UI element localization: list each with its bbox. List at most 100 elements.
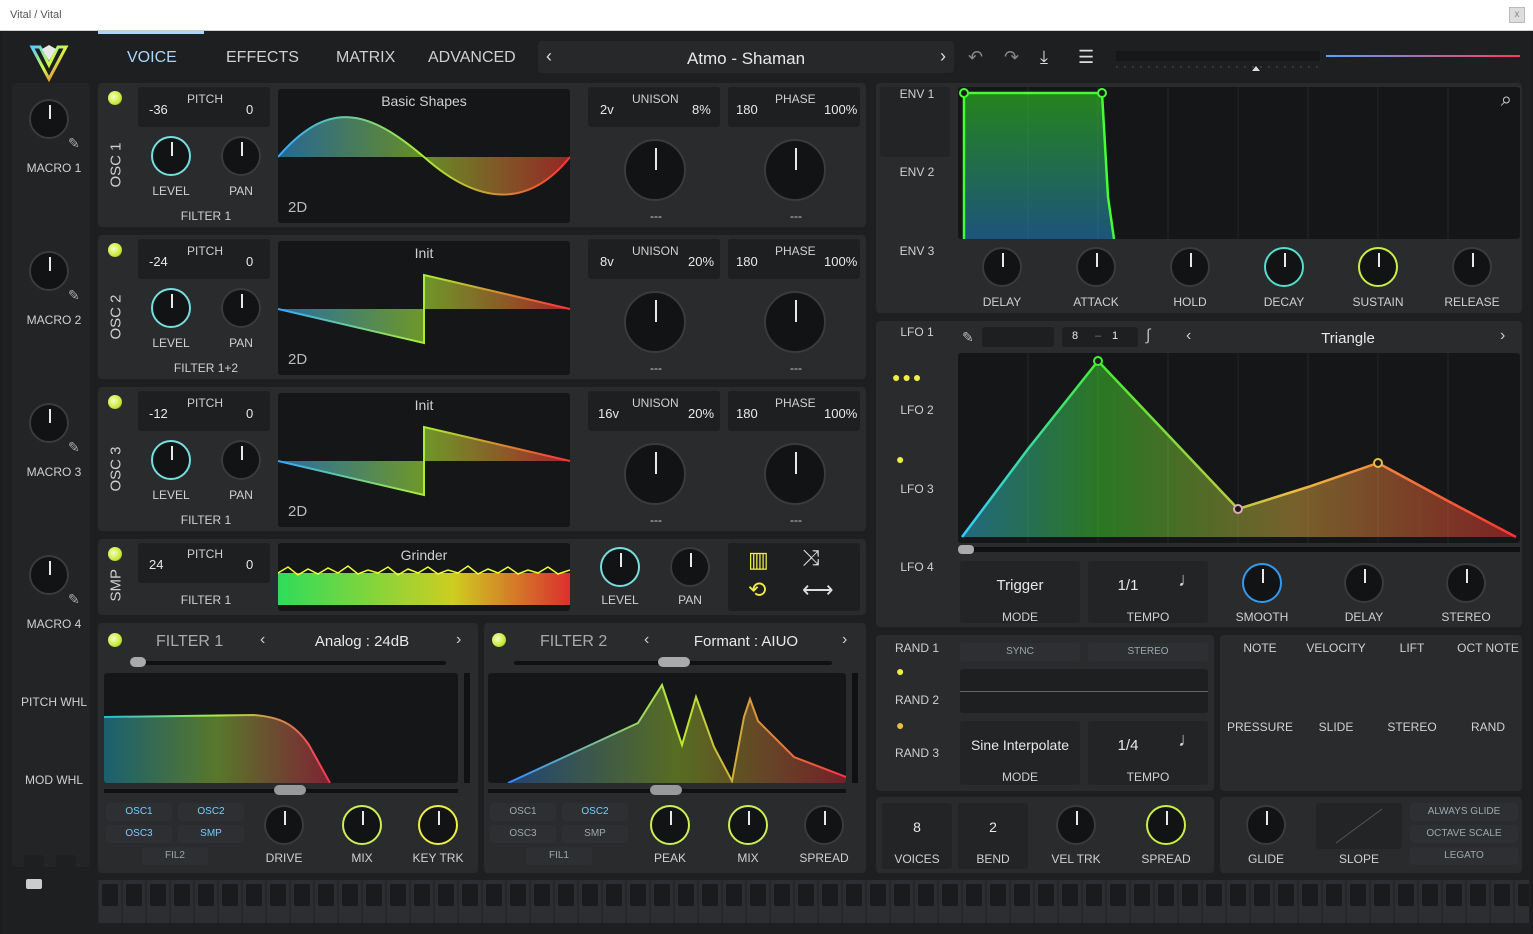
osc-3-phase-random[interactable]: 100%: [824, 406, 857, 421]
note-icon[interactable]: ♩: [1178, 569, 1198, 592]
osc-3-unison-detune[interactable]: 20%: [688, 406, 714, 421]
filter-1-route-osc1[interactable]: OSC1: [106, 803, 172, 821]
lfo-stereo-knob[interactable]: [1446, 563, 1486, 603]
lfo-shape-prev-icon[interactable]: ‹: [1186, 327, 1191, 345]
osc-2-filter-route[interactable]: FILTER 1+2: [142, 361, 270, 375]
filter-1-mix-knob[interactable]: [342, 805, 382, 845]
tab-effects[interactable]: EFFECTS: [226, 49, 299, 67]
zoom-icon[interactable]: ⌕: [1501, 89, 1512, 112]
menu-icon[interactable]: ☰: [1078, 47, 1094, 68]
lfo-graph[interactable]: [958, 353, 1520, 543]
filter-2-response[interactable]: [488, 673, 846, 783]
osc-3-transpose[interactable]: -12: [149, 406, 168, 421]
osc-2-unison-detune[interactable]: 20%: [688, 254, 714, 269]
preset-selector[interactable]: ‹ Atmo - Shaman ›: [538, 41, 954, 73]
filter-1-route-smp[interactable]: SMP: [178, 825, 244, 843]
env-2-label[interactable]: ENV 2: [882, 165, 952, 179]
osc-2-level-knob[interactable]: [151, 288, 191, 328]
sampler-pan-knob[interactable]: [670, 547, 710, 587]
osc-1-phase-knob[interactable]: [764, 139, 826, 201]
redo-icon[interactable]: ↷: [1004, 47, 1019, 68]
mod-source-rand[interactable]: RAND: [1452, 720, 1524, 734]
osc-3-pan-knob[interactable]: [221, 440, 261, 480]
note-icon[interactable]: ♩: [1178, 729, 1198, 752]
filter-2-next-icon[interactable]: ›: [842, 631, 847, 649]
undo-icon[interactable]: ↶: [968, 47, 983, 68]
env-delay-knob[interactable]: [982, 247, 1022, 287]
osc-2-tune[interactable]: 0: [246, 254, 253, 269]
lfo-phase-handle[interactable]: [958, 545, 974, 554]
filter-2-cutoff-handle[interactable]: [650, 785, 682, 795]
rand-1-label[interactable]: RAND 1: [882, 641, 952, 655]
mod-source-stereo[interactable]: STEREO: [1376, 720, 1448, 734]
osc-2-phase-select[interactable]: ---: [732, 361, 860, 375]
bounce-icon[interactable]: ⟷: [802, 577, 834, 603]
filter-1-next-icon[interactable]: ›: [456, 631, 461, 649]
osc-1-level-knob[interactable]: [151, 136, 191, 176]
env-3-label[interactable]: ENV 3: [882, 244, 952, 258]
macro-2-knob[interactable]: [29, 251, 69, 291]
close-icon[interactable]: x: [1509, 7, 1525, 23]
lfo-smooth-mode[interactable]: [982, 327, 1054, 347]
osc-1-phase-select[interactable]: ---: [732, 209, 860, 223]
osc-2-unison-knob[interactable]: [624, 291, 686, 353]
filter-1-type[interactable]: Analog : 24dB: [272, 633, 452, 650]
env-release-knob[interactable]: [1452, 247, 1492, 287]
filter-1-route-osc2[interactable]: OSC2: [178, 803, 244, 821]
rand-3-label[interactable]: RAND 3: [882, 746, 952, 760]
shuffle-icon[interactable]: ⤨: [802, 545, 820, 571]
rand-stereo-button[interactable]: STEREO: [1088, 643, 1208, 661]
filter-1-route-osc3[interactable]: OSC3: [106, 825, 172, 843]
osc-1-unison-select[interactable]: ---: [592, 209, 720, 223]
mod-source-lift[interactable]: LIFT: [1376, 641, 1448, 655]
filter-1-blend-handle[interactable]: [130, 657, 146, 667]
voice-spread-knob[interactable]: [1146, 805, 1186, 845]
osc-3-enable[interactable]: [108, 395, 122, 409]
always-glide-button[interactable]: ALWAYS GLIDE: [1410, 803, 1518, 821]
filter-1-route-fil2[interactable]: FIL2: [142, 847, 208, 865]
filter-1-resonance-slider[interactable]: [464, 673, 470, 783]
osc-1-unison-knob[interactable]: [624, 139, 686, 201]
lfo-mode-value[interactable]: Trigger: [960, 577, 1080, 594]
filter-2-route-osc2[interactable]: OSC2: [562, 803, 628, 821]
lfo-3-label[interactable]: LFO 3: [882, 482, 952, 496]
filter-2-route-osc1[interactable]: OSC1: [490, 803, 556, 821]
rand-2-label[interactable]: RAND 2: [882, 693, 952, 707]
mod-source-oct-note[interactable]: OCT NOTE: [1452, 641, 1524, 655]
osc-3-level-knob[interactable]: [151, 440, 191, 480]
glide-knob[interactable]: [1246, 805, 1286, 845]
lfo-1-label[interactable]: LFO 1: [882, 325, 952, 339]
macro-1-knob[interactable]: [29, 99, 69, 139]
tab-advanced[interactable]: ADVANCED: [428, 49, 516, 67]
osc-1-filter-route[interactable]: FILTER 1: [142, 209, 270, 223]
rand-mode-value[interactable]: Sine Interpolate: [960, 737, 1080, 753]
osc-3-phase-knob[interactable]: [764, 443, 826, 505]
osc-2-phase-random[interactable]: 100%: [824, 254, 857, 269]
osc-3-unison-knob[interactable]: [624, 443, 686, 505]
osc-2-enable[interactable]: [108, 243, 122, 257]
mod-source-velocity[interactable]: VELOCITY: [1300, 641, 1372, 655]
sampler-level-knob[interactable]: [600, 547, 640, 587]
filter-2-enable[interactable]: [492, 633, 506, 647]
filter-2-formant-handle[interactable]: [658, 657, 690, 667]
legato-button[interactable]: LEGATO: [1410, 847, 1518, 865]
osc-1-unison-detune[interactable]: 8%: [692, 102, 711, 117]
filter-1-response[interactable]: [104, 673, 458, 783]
lfo-edit-pencil-icon[interactable]: ✎: [962, 329, 974, 346]
mod-wheel[interactable]: [56, 855, 76, 915]
osc-1-pan-knob[interactable]: [221, 136, 261, 176]
glide-slope-display[interactable]: [1316, 803, 1402, 849]
osc-1-tune[interactable]: 0: [246, 102, 253, 117]
osc-1-unison-voices[interactable]: 2v: [600, 102, 614, 117]
sampler-tune[interactable]: 0: [246, 557, 253, 572]
osc-1-transpose[interactable]: -36: [149, 102, 168, 117]
filter-2-spread-knob[interactable]: [804, 805, 844, 845]
env-1-label[interactable]: ENV 1: [882, 87, 952, 101]
edit-pencil-icon[interactable]: ✎: [68, 439, 80, 456]
lfo-shape-name[interactable]: Triangle: [1198, 330, 1498, 347]
env-attack-knob[interactable]: [1076, 247, 1116, 287]
mod-source-note[interactable]: NOTE: [1224, 641, 1296, 655]
mod-source-pressure[interactable]: PRESSURE: [1224, 720, 1296, 734]
tab-matrix[interactable]: MATRIX: [336, 49, 395, 67]
lfo-grid-y[interactable]: 1: [1112, 330, 1118, 342]
